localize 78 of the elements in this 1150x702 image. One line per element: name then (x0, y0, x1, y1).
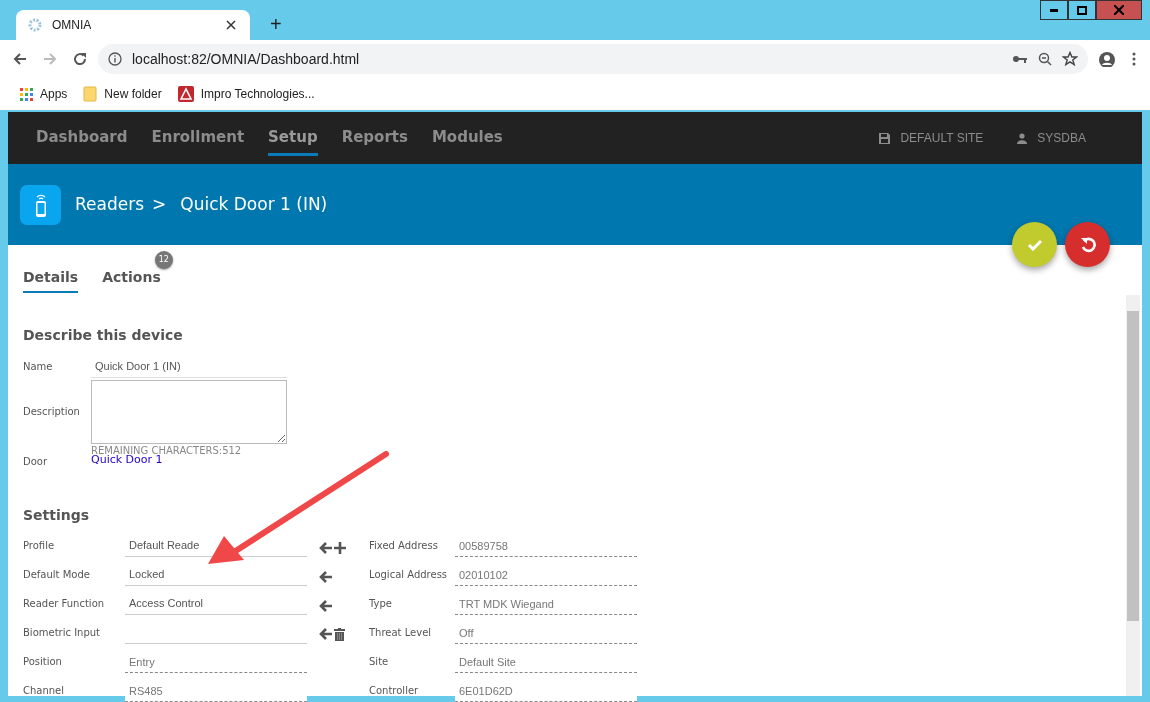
field-label: Fixed Address (369, 538, 438, 553)
logo-icon (177, 86, 194, 102)
site-selector[interactable]: DEFAULT SITE (879, 129, 984, 147)
breadcrumb-link[interactable]: Readers (75, 191, 145, 218)
close-tab-button[interactable] (224, 20, 238, 30)
back-icon (12, 51, 28, 67)
field-label: Type (369, 596, 392, 611)
trash-button[interactable] (334, 627, 345, 641)
field-label: Profile (23, 538, 55, 553)
field-label: Description (23, 405, 81, 419)
close-icon (226, 20, 236, 30)
maximize-icon (1077, 5, 1087, 15)
field-label: Door (23, 454, 49, 469)
nav-link[interactable]: Dashboard (36, 120, 128, 156)
nav-link[interactable]: Setup (268, 120, 318, 156)
key-icon[interactable] (1012, 53, 1028, 65)
info-icon (108, 52, 122, 66)
bookmark[interactable]: Apps (20, 85, 68, 103)
tab-title: OMNIA (52, 17, 93, 34)
description-field[interactable] (91, 379, 287, 444)
forward-icon (42, 51, 58, 67)
count-badge: 12 (154, 251, 173, 269)
left-arrow-icon (319, 541, 332, 554)
plus-button[interactable] (334, 541, 346, 554)
user-icon (1017, 132, 1028, 144)
gear-icon (28, 18, 42, 32)
close-button[interactable] (1096, 0, 1142, 20)
minimize-icon (1050, 8, 1058, 12)
left-arrow-button[interactable] (319, 599, 332, 612)
address-bar[interactable]: localhost:82/OMNIA/Dashboard.html (98, 44, 1088, 74)
zoom-out-icon[interactable] (1038, 52, 1052, 66)
section-heading: Describe this device (23, 326, 184, 345)
reload-icon (72, 51, 88, 67)
breadcrumb-separator: > (152, 192, 167, 216)
folder-icon (83, 86, 98, 102)
left-arrow-button[interactable] (319, 570, 332, 583)
tab[interactable]: Details (23, 265, 79, 293)
star-icon[interactable] (1062, 51, 1078, 67)
plus-icon (334, 541, 346, 554)
field-label: Logical Address (369, 567, 448, 582)
field-label: Default Mode (23, 567, 90, 582)
undo-icon (1079, 236, 1096, 253)
field-label: Site (369, 654, 389, 669)
trash-icon (334, 627, 345, 641)
field-label: Channel (23, 683, 65, 698)
scrollbar[interactable] (1126, 295, 1140, 696)
left-arrow-icon (319, 627, 332, 640)
remaining-characters: REMAINING CHARACTERS:512 (91, 445, 243, 456)
apps-grid-icon (20, 87, 33, 101)
nav-link[interactable]: Modules (431, 120, 503, 156)
new-tab-button[interactable]: + (266, 14, 286, 34)
url-text: localhost:82/OMNIA/Dashboard.html (132, 49, 361, 69)
browser-tab[interactable]: OMNIA (16, 10, 250, 40)
user-menu[interactable]: SYSDBA (1017, 129, 1086, 147)
field-label: Reader Function (23, 596, 105, 611)
reader-app-icon (20, 184, 61, 225)
nav-link[interactable]: Reports (341, 120, 408, 156)
minimize-button[interactable] (1040, 0, 1068, 20)
left-arrow-button[interactable] (319, 541, 332, 554)
field-label: Name (23, 360, 54, 375)
field-label: Threat Level (369, 625, 432, 640)
nav-link[interactable]: Enrollment (151, 120, 245, 156)
field-label: Biometric Input (23, 625, 101, 640)
field-label: Controller (369, 683, 419, 698)
door-link[interactable]: Quick Door 1 (91, 453, 287, 467)
page-title: Quick Door 1 (IN) (180, 192, 328, 216)
menu-icon (1130, 51, 1138, 67)
maximize-button[interactable] (1068, 0, 1096, 20)
bookmark[interactable]: New folder (83, 85, 162, 103)
account-icon (1098, 51, 1116, 67)
close-icon (1114, 5, 1124, 15)
left-arrow-icon (319, 599, 332, 612)
left-arrow-icon (319, 570, 332, 583)
field-label: Position (23, 654, 62, 669)
section-heading: Settings (23, 505, 91, 525)
checkmark-icon (1026, 238, 1043, 251)
left-arrow-button[interactable] (319, 627, 332, 641)
bookmark[interactable]: Impro Technologies... (177, 85, 315, 103)
